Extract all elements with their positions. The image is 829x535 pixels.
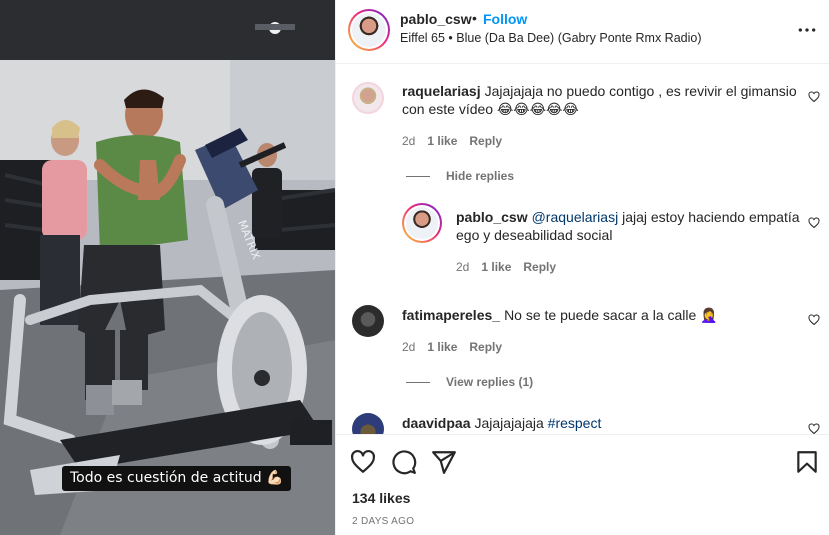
comment-body: No se te puede sacar a la calle 🤦‍♀️ [504,307,718,323]
hide-replies-label: Hide replies [446,169,515,183]
reply-meta: 2d 1 like Reply [456,260,568,274]
comment-meta: 2d 1 like Reply [402,134,514,148]
comment-likes[interactable]: 1 like [427,340,457,354]
reply-likes[interactable]: 1 like [481,260,511,274]
post-header: pablo_csw • Follow Eiffel 65 • Blue (Da … [336,0,829,64]
bookmark-icon[interactable] [794,449,820,475]
comments-list[interactable]: raquelariasj Jajajajaja no puedo contigo … [336,65,829,434]
commenter-username[interactable]: raquelariasj [402,83,481,99]
comment-time: 2d [402,134,416,148]
replies-divider-line [406,382,430,384]
post-actions: 134 likes 2 DAYS AGO [336,434,829,535]
heart-icon[interactable] [808,91,820,103]
replies-divider-line [406,176,430,178]
commenter-avatar[interactable] [352,413,384,434]
reply-username[interactable]: pablo_csw [456,209,528,225]
reply-mention[interactable]: @raquelariasj [532,209,619,225]
reply-reply-button[interactable]: Reply [523,260,556,274]
commenter-username[interactable]: daavidpaa [402,415,470,431]
post-date: 2 DAYS AGO [352,516,415,527]
share-icon[interactable] [431,449,457,475]
comment-body: Jajajajajaja [474,415,548,431]
reply-button[interactable]: Reply [469,340,502,354]
heart-icon[interactable] [808,423,820,434]
follow-button[interactable]: Follow [483,11,527,27]
reply-author-avatar[interactable] [402,203,442,243]
comment-time: 2d [402,340,416,354]
comment-hashtag[interactable]: #respect [548,415,602,431]
author-username[interactable]: pablo_csw [400,11,472,27]
commenter-username[interactable]: fatimapereles_ [402,307,500,323]
reply-time: 2d [456,260,470,274]
post-video[interactable]: MATRIX Todo es cuestión de actitud 💪🏻 [0,0,335,535]
heart-icon[interactable] [808,314,820,326]
reply-button[interactable]: Reply [469,134,502,148]
more-icon[interactable] [797,20,817,40]
gym-scene-image: MATRIX [0,0,335,535]
instagram-post-viewer: MATRIX Todo es cuestión de actitud 💪🏻 pa… [0,0,829,535]
author-avatar[interactable] [348,9,390,51]
likes-count[interactable]: 134 likes [352,490,410,506]
hide-replies-button[interactable]: Hide replies [406,169,514,183]
like-heart-icon[interactable] [350,449,376,475]
comment-icon[interactable] [391,449,417,475]
view-replies-button[interactable]: View replies (1) [406,375,533,389]
post-details-panel: pablo_csw • Follow Eiffel 65 • Blue (Da … [335,0,829,535]
video-caption: Todo es cuestión de actitud 💪🏻 [62,466,292,491]
heart-icon[interactable] [808,217,820,229]
comment-meta: 2d 1 like Reply [402,340,514,354]
commenter-avatar[interactable] [352,305,384,337]
comment-likes[interactable]: 1 like [427,134,457,148]
reply-text: pablo_csw @raquelariasj jajaj estoy hacie… [456,208,802,244]
comment-text: daavidpaa Jajajajajaja #respect [402,414,802,432]
separator-dot: • [472,10,477,26]
view-replies-label: View replies (1) [446,375,534,389]
audio-track-link[interactable]: Eiffel 65 • Blue (Da Ba Dee) (Gabry Pont… [400,31,702,45]
comment-text: fatimapereles_ No se te puede sacar a la … [402,306,802,324]
commenter-avatar[interactable] [352,82,384,114]
comment-text: raquelariasj Jajajajaja no puedo contigo … [402,82,802,118]
